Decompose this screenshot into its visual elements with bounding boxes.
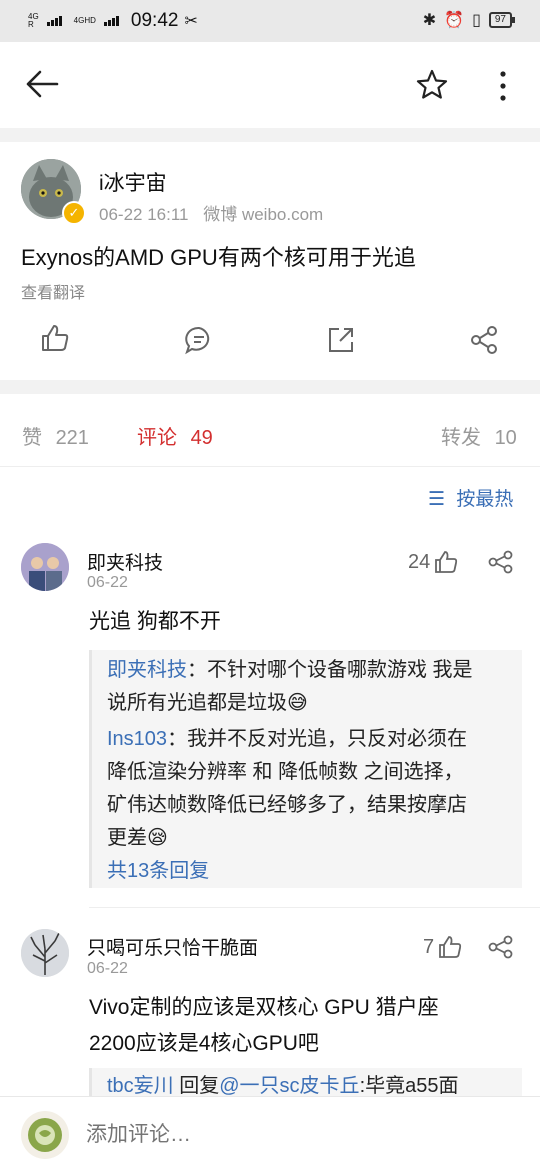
sort-icon: ☰ [428, 489, 446, 510]
top-toolbar [0, 42, 540, 128]
post-source: 微博 weibo.com [203, 205, 324, 224]
reply-2-text-2: 降低渲染分辨率 和 降低帧数 之间选择， [107, 761, 464, 783]
more-options-icon[interactable] [496, 70, 510, 102]
reply-1: tbc妄川 回复@一只sc皮卡丘:毕竟a55面 [107, 1070, 459, 1098]
comment-input[interactable] [84, 1117, 508, 1153]
comment-date: 06-22 [87, 574, 128, 591]
comment-avatar[interactable] [21, 543, 69, 591]
comment-text: 光追 狗都不开 [89, 610, 221, 633]
comment-avatar[interactable] [21, 929, 69, 977]
reply-2: Ins103：我并不反对光追，只反对必须在 降低渲染分辨率 和 降低帧数 之间选… [107, 723, 517, 855]
comment-author-name[interactable]: 只喝可乐只恰干脆面 [87, 933, 258, 960]
comment-like-button[interactable]: 24 [408, 550, 458, 574]
comments-count: 49 [190, 427, 213, 449]
likes-label: 赞 [22, 427, 42, 449]
tree-photo-avatar [21, 929, 69, 977]
roaming-indicator: R [28, 20, 34, 29]
matcha-cup-avatar [21, 1111, 69, 1159]
divider-line [0, 466, 540, 467]
reposts-tab[interactable]: 转发 10 [441, 421, 517, 450]
comment-date: 06-22 [87, 960, 128, 977]
bluetooth-icon: ✱ [422, 12, 437, 29]
replies-box: 即夹科技：不针对哪个设备哪款游戏 我是 说所有光追都是垃圾😅 Ins103：我并… [89, 650, 522, 888]
section-divider [0, 128, 540, 142]
verified-badge-icon: ✓ [62, 201, 86, 225]
group-photo-avatar [21, 543, 69, 591]
comment-share-icon[interactable] [488, 935, 514, 959]
reply-2-user[interactable]: Ins103 [107, 728, 167, 750]
my-avatar[interactable] [21, 1111, 69, 1159]
reply-1-mid: 回复 [173, 1075, 220, 1097]
comment-like-count: 7 [423, 935, 435, 958]
reposts-label: 转发 [441, 427, 481, 449]
comment-bubble-icon[interactable] [184, 325, 214, 355]
reply-2-text-4: 更差 [107, 827, 147, 849]
favorite-star-icon[interactable] [416, 69, 448, 99]
reply-2-text-3: 矿伟达帧数降低已经够多了，结果按摩店 [107, 794, 467, 816]
like-thumb-icon [439, 936, 462, 958]
reply-2-separator: ： [167, 728, 188, 750]
view-all-replies-link[interactable]: 共13条回复 [107, 855, 209, 888]
signal-bars-2-icon [103, 16, 119, 26]
comment-like-count: 24 [408, 550, 431, 573]
repost-share-icon[interactable] [326, 325, 356, 355]
divider-line [89, 907, 540, 908]
reply-1-text-1: 不针对哪个设备哪款游戏 我是 [207, 659, 473, 681]
signal-bars-1-icon [46, 16, 62, 26]
signal-indicator-1: 4G R [28, 13, 39, 29]
reply-1-text: :毕竟a55面 [359, 1075, 459, 1097]
battery-level: 97 [494, 14, 506, 25]
like-thumb-icon [435, 551, 458, 573]
replies-box: tbc妄川 回复@一只sc皮卡丘:毕竟a55面 [89, 1068, 522, 1098]
reply-2-text-1: 我并不反对光追，只反对必须在 [187, 728, 468, 750]
reply-1-separator: ： [187, 659, 207, 681]
sweat-smile-emoji: 😅 [287, 692, 308, 714]
comment-like-button[interactable]: 7 [423, 935, 462, 959]
reply-1: 即夹科技：不针对哪个设备哪款游戏 我是 说所有光追都是垃圾😅 [107, 654, 517, 720]
comment-share-icon[interactable] [488, 550, 514, 574]
post-meta: 06-22 16:11 微博 weibo.com [99, 200, 323, 225]
battery-icon: 97 [488, 12, 516, 28]
tools-icon: ✂ [184, 13, 198, 30]
reply-1-user[interactable]: tbc妄川 [107, 1075, 174, 1097]
comment-author-name[interactable]: 即夹科技 [87, 548, 163, 575]
comments-label: 评论 [137, 427, 177, 449]
post-text: Exynos的AMD GPU有两个核可用于光追 [21, 245, 416, 270]
likes-count: 221 [55, 427, 89, 449]
likes-tab[interactable]: 赞 221 [22, 421, 89, 450]
reposts-count: 10 [494, 427, 517, 449]
share-icon[interactable] [470, 325, 500, 355]
comment-text: Vivo定制的应该是双核心 GPU 猎户座 2200应该是4核心GPU吧 [89, 990, 529, 1062]
post-datetime: 06-22 16:11 [99, 205, 189, 224]
translate-link[interactable]: 查看翻译 [21, 279, 85, 303]
comment-composer-bar [0, 1096, 540, 1171]
sort-label: 按最热 [456, 489, 514, 510]
sleepy-emoji: 😪 [147, 827, 168, 849]
comment-text-line-1: Vivo定制的应该是双核心 GPU 猎户座 [89, 996, 439, 1019]
status-bar: 4G R 4GHD 09:42 ✂ ✱ ⏰ ▯ 97 [0, 0, 540, 42]
reply-1-text-2: 说所有光追都是垃圾 [107, 692, 287, 714]
reply-1-user[interactable]: 即夹科技 [107, 659, 187, 681]
post-author-name[interactable]: i冰宇宙 [99, 167, 167, 197]
signal-indicator-2: 4GHD [74, 17, 96, 25]
sort-hot-button[interactable]: ☰ 按最热 [428, 484, 513, 511]
like-thumb-icon[interactable] [40, 323, 70, 353]
network-type-2: 4GHD [73, 16, 96, 25]
vibrate-icon: ▯ [472, 12, 481, 29]
reply-1-target[interactable]: @一只sc皮卡丘 [219, 1075, 359, 1097]
back-arrow-icon[interactable] [24, 68, 60, 100]
alarm-icon: ⏰ [444, 12, 465, 29]
section-divider [0, 380, 540, 394]
clock: 09:42 [130, 10, 179, 31]
comment-text-line-2: 2200应该是4核心GPU吧 [89, 1032, 319, 1055]
comments-tab[interactable]: 评论 49 [137, 421, 213, 450]
